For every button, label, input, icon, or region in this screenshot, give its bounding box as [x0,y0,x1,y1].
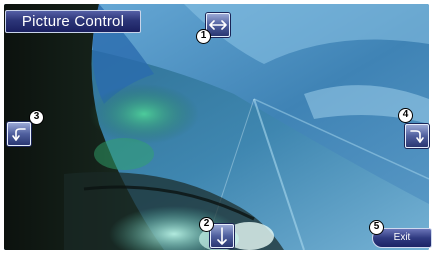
callout-badge-2: 2 [199,217,214,232]
picture-control-screen: Picture Control 1 2 3 4 Exit 5 [0,0,433,254]
rotate-right-button[interactable] [405,124,429,148]
camera-image [4,4,429,250]
page-title: Picture Control [5,10,141,33]
camera-view [4,4,429,250]
rotate-right-arrow-icon [410,130,424,143]
rotate-left-button[interactable] [7,122,31,146]
left-right-arrow-icon [209,20,227,30]
callout-badge-5: 5 [369,220,384,235]
callout-badge-4: 4 [398,108,413,123]
down-arrow-icon [217,227,227,245]
callout-badge-3: 3 [29,110,44,125]
rotate-left-arrow-icon [12,128,26,141]
callout-badge-1: 1 [196,29,211,44]
flip-vertical-button[interactable] [210,224,234,248]
